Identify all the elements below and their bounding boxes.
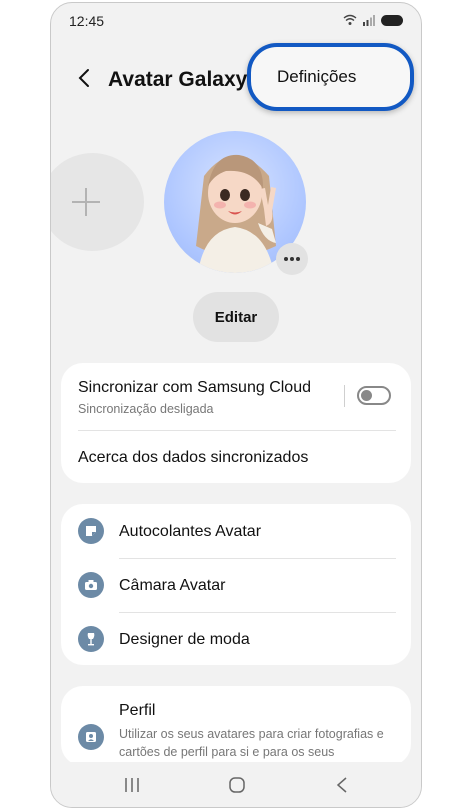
plus-icon <box>72 188 100 216</box>
profile-card-icon <box>78 724 104 750</box>
more-dots-icon <box>284 257 300 261</box>
home-icon[interactable] <box>228 776 246 794</box>
sync-toggle[interactable] <box>357 386 391 405</box>
feature-item-stickers[interactable]: Autocolantes Avatar <box>61 504 411 558</box>
back-arrow-icon[interactable] <box>75 67 95 89</box>
more-options-button[interactable] <box>276 243 308 275</box>
features-card: Autocolantes Avatar Câmara Avatar Design… <box>61 504 411 665</box>
vertical-divider <box>344 385 345 407</box>
sticker-icon <box>78 518 104 544</box>
add-avatar-button[interactable] <box>51 153 144 251</box>
sync-status: Sincronização desligada <box>78 402 214 416</box>
phone-screen: 12:45 Avatar Galaxy Definições Editar Si… <box>50 2 422 808</box>
status-time: 12:45 <box>69 13 105 29</box>
edit-button[interactable]: Editar <box>193 292 279 342</box>
sync-card: Sincronizar com Samsung Cloud Sincroniza… <box>61 363 411 483</box>
signal-icon <box>363 14 375 26</box>
feature-item-fashion-designer[interactable]: Designer de moda <box>61 613 411 665</box>
about-synced-data-item[interactable]: Acerca dos dados sincronizados <box>78 449 308 467</box>
status-icons <box>343 14 403 26</box>
feature-label: Autocolantes Avatar <box>119 523 262 540</box>
sync-title: Sincronizar com Samsung Cloud <box>78 379 311 396</box>
profile-card[interactable]: Perfil Utilizar os seus avatares para cr… <box>61 686 411 766</box>
settings-menu-item[interactable]: Definições <box>247 43 414 111</box>
recent-apps-icon[interactable] <box>123 777 141 793</box>
battery-icon <box>381 14 403 26</box>
sync-row[interactable]: Sincronizar com Samsung Cloud Sincroniza… <box>61 363 411 429</box>
feature-label: Designer de moda <box>119 631 250 648</box>
camera-icon <box>78 572 104 598</box>
profile-title: Perfil <box>119 702 156 719</box>
status-bar: 12:45 <box>51 3 421 39</box>
feature-item-camera[interactable]: Câmara Avatar <box>61 559 411 612</box>
dress-form-icon <box>78 626 104 652</box>
divider <box>78 430 396 431</box>
page-title: Avatar Galaxy <box>108 68 248 91</box>
toggle-knob <box>361 390 372 401</box>
profile-description: Utilizar os seus avatares para criar fot… <box>119 727 384 759</box>
feature-label: Câmara Avatar <box>119 577 226 594</box>
back-icon[interactable] <box>335 776 349 794</box>
navigation-bar <box>51 762 421 807</box>
wifi-icon <box>343 14 357 25</box>
